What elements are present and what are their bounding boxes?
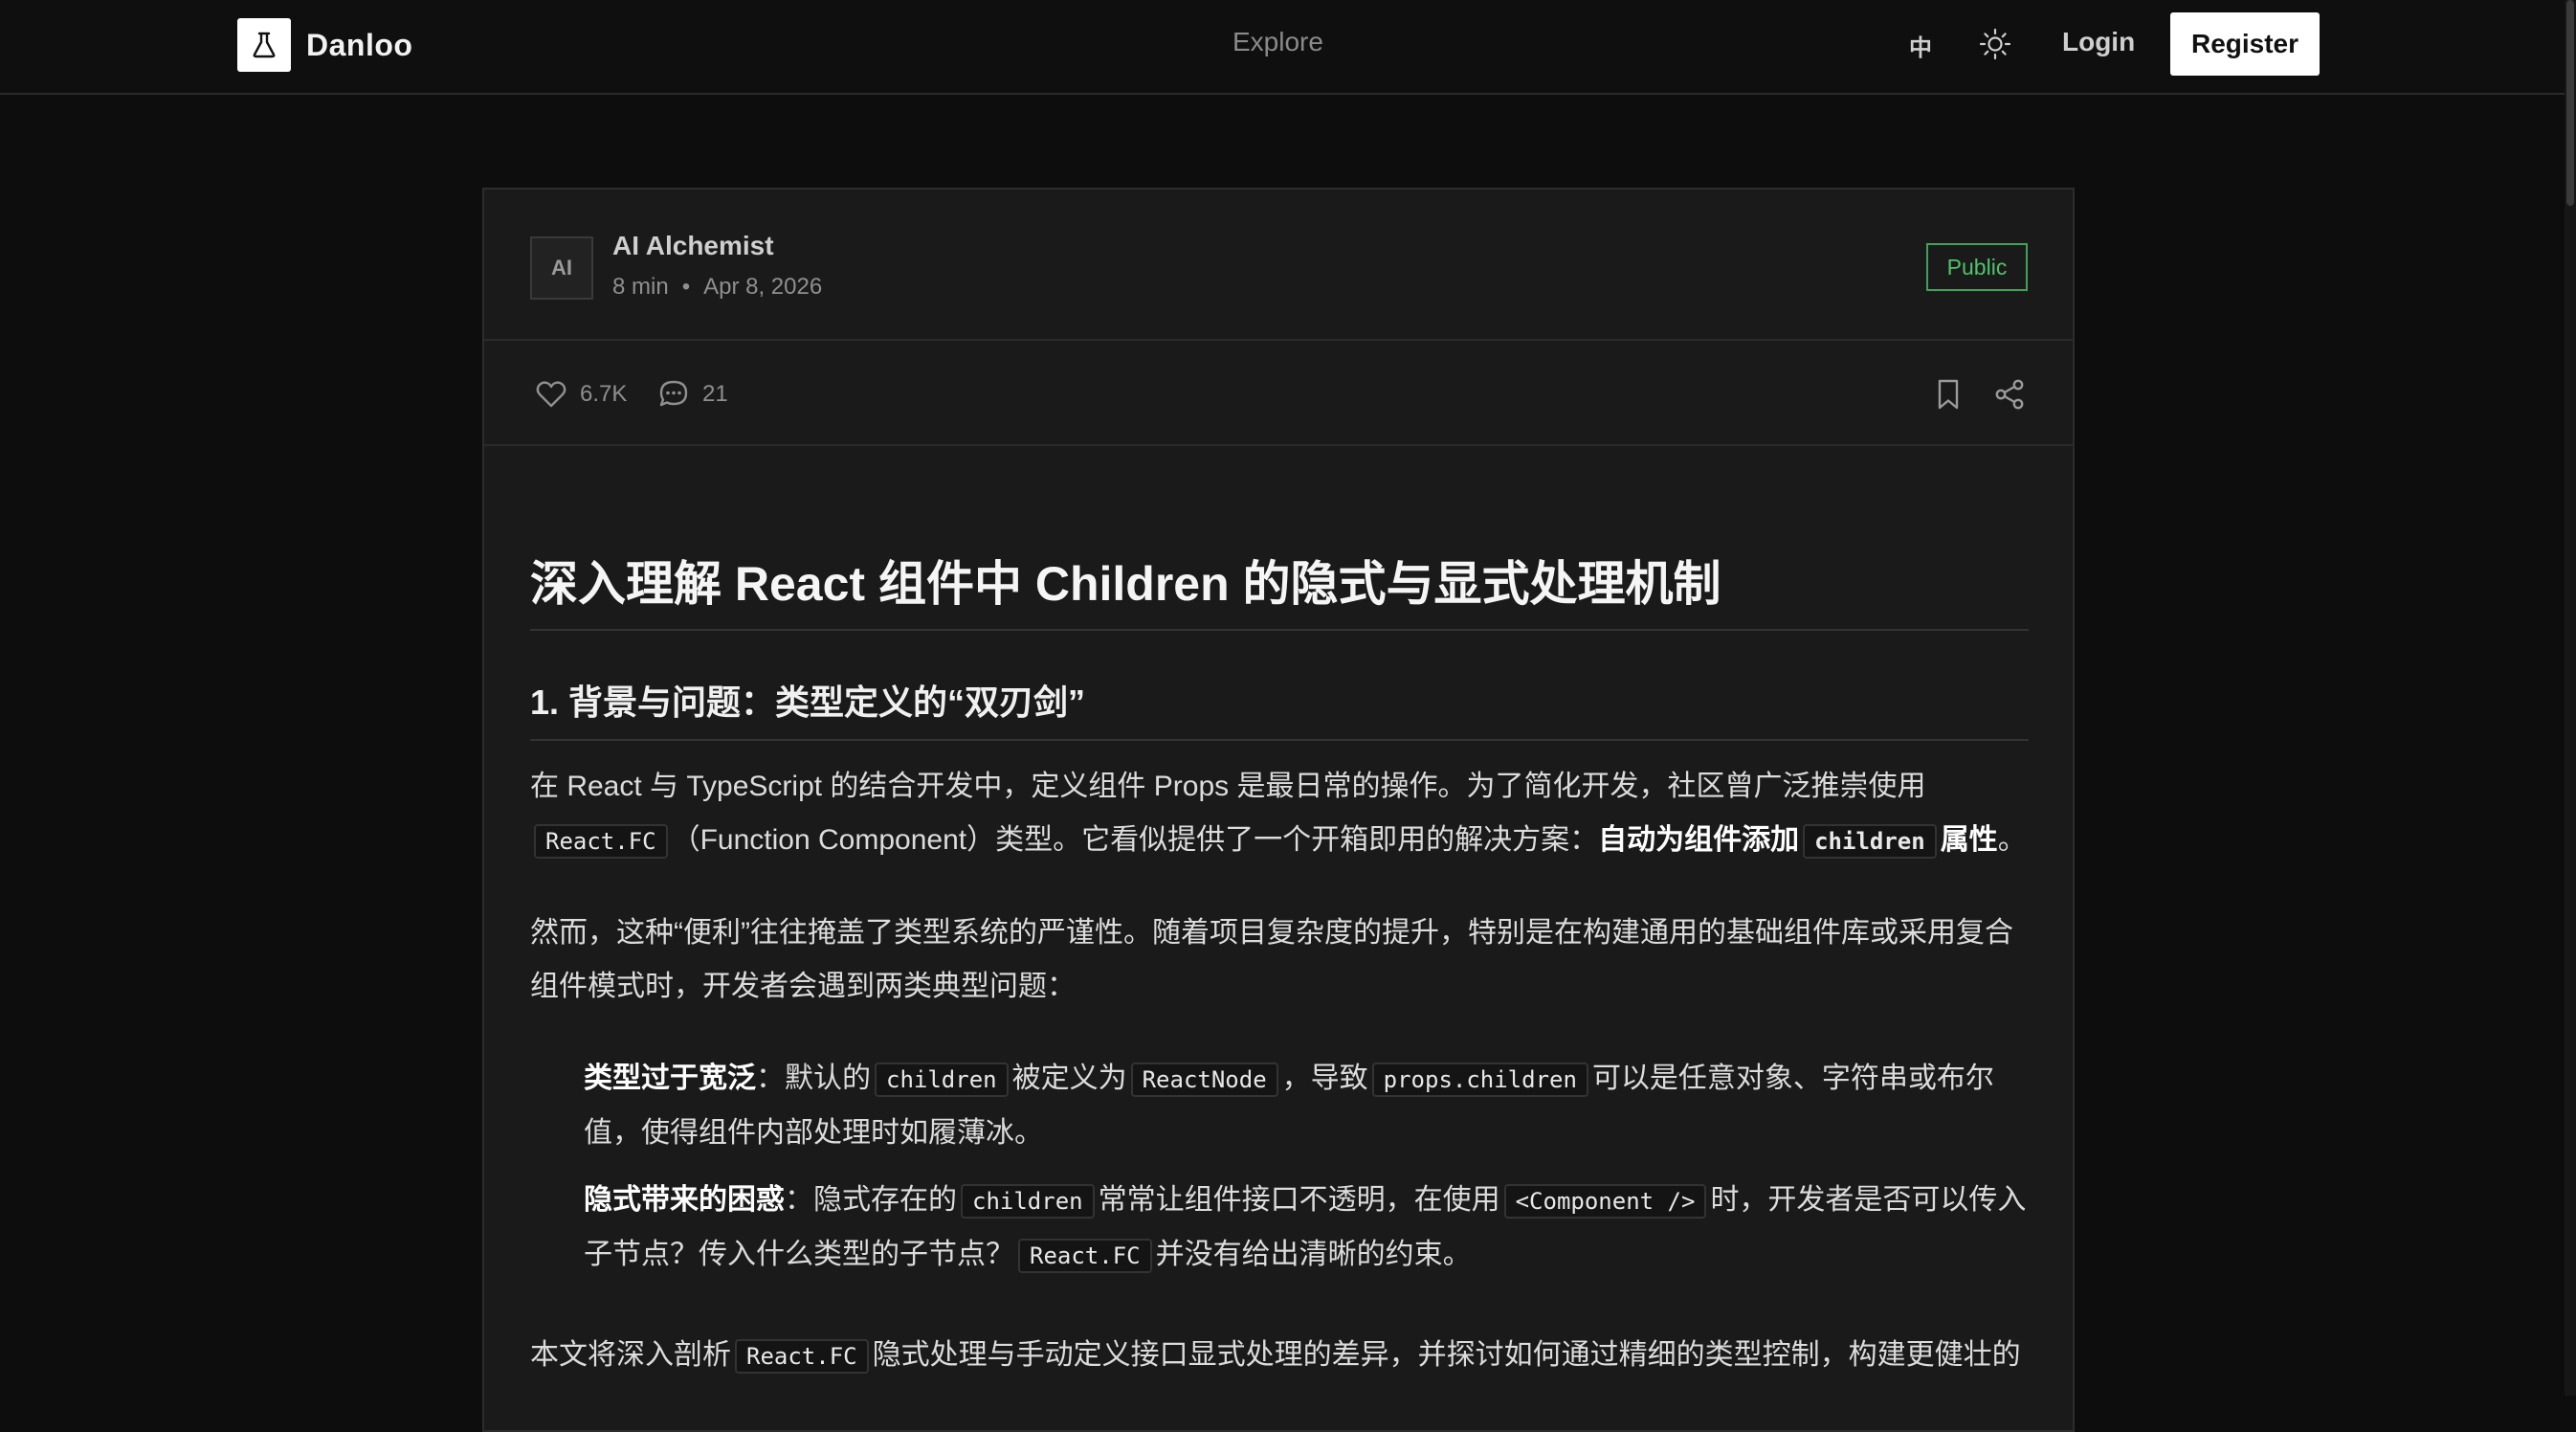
read-time: 8 min xyxy=(612,274,669,300)
inline-code: children xyxy=(875,1062,1009,1097)
share-icon[interactable] xyxy=(1992,377,2027,416)
like-count: 6.7K xyxy=(580,381,628,407)
paragraph-outline: 本文将深入剖析 React.FC 隐式处理与手动定义接口显式处理的差异，并探讨如何通… xyxy=(530,1329,2029,1383)
inline-code: <Component /> xyxy=(1503,1183,1707,1219)
nav-explore-link[interactable]: Explore xyxy=(1232,27,1323,57)
inline-code: ReactNode xyxy=(1130,1062,1278,1097)
publish-date: Apr 8, 2026 xyxy=(703,274,823,300)
author-name[interactable]: AI Alchemist xyxy=(612,231,774,261)
page-scrollbar-track[interactable] xyxy=(2565,0,2576,1396)
heart-icon xyxy=(536,381,566,408)
section-heading: 1. 背景与问题：类型定义的“双刃剑” xyxy=(530,681,2029,741)
inline-code: React.FC xyxy=(1018,1238,1152,1273)
like-button[interactable]: 6.7K xyxy=(534,377,627,412)
inline-code: children xyxy=(1803,823,1937,859)
article-header: AI AI Alchemist 8 min • Apr 8, 2026 Publ… xyxy=(484,190,2073,341)
bookmark-icon[interactable] xyxy=(1931,377,1965,416)
article-meta: 8 min • Apr 8, 2026 xyxy=(612,274,822,301)
top-navbar: Danloo Explore 中 Login Register xyxy=(0,0,2565,95)
inline-code: React.FC xyxy=(534,823,668,859)
list-item-label: 类型过于宽泛 xyxy=(584,1062,756,1094)
sun-icon[interactable] xyxy=(1978,27,2012,61)
brand-link[interactable]: Danloo xyxy=(237,18,412,72)
bold-text: 自动为组件添加 children 属性 xyxy=(1598,823,1998,859)
meta-separator: • xyxy=(681,274,691,300)
register-button[interactable]: Register xyxy=(2170,12,2320,76)
article-title: 深入理解 React 组件中 Children 的隐式与显式处理机制 xyxy=(530,553,2029,631)
list-item-label: 隐式带来的困惑 xyxy=(584,1183,785,1216)
login-link[interactable]: Login xyxy=(2062,27,2135,57)
comment-button[interactable]: 21 xyxy=(656,377,728,412)
avatar[interactable]: AI xyxy=(530,236,593,300)
text: （Function Component）类型。它看似提供了一个开箱即用的解决方案… xyxy=(671,823,1599,856)
problem-list: 类型过于宽泛：默认的 children 被定义为 ReactNode ，导致 props.… xyxy=(530,1052,2029,1283)
flask-icon xyxy=(237,18,291,72)
paragraph-intro: 在 React 与 TypeScript 的结合开发中，定义组件 Props 是… xyxy=(530,760,2029,868)
comment-count: 21 xyxy=(702,381,728,407)
text: 。 xyxy=(1997,823,2027,856)
inline-code: children xyxy=(961,1183,1095,1219)
inline-code: React.FC xyxy=(735,1338,869,1374)
language-toggle[interactable]: 中 xyxy=(1909,29,1932,62)
comment-icon xyxy=(659,380,688,407)
list-item: 类型过于宽泛：默认的 children 被定义为 ReactNode ，导致 props.… xyxy=(584,1062,1994,1149)
paragraph-problem: 然而，这种“便利”往往掩盖了类型系统的严谨性。随着项目复杂度的提升，特别是在构建… xyxy=(530,916,2013,1002)
visibility-badge: Public xyxy=(1926,243,2028,291)
list-item: 隐式带来的困惑：隐式存在的 children 常常让组件接口不透明，在使用 <Comp… xyxy=(584,1174,2029,1283)
text: 在 React 与 TypeScript 的结合开发中，定义组件 Props 是… xyxy=(530,770,1926,802)
article-body: 深入理解 React 组件中 Children 的隐式与显式处理机制 1. 背景… xyxy=(530,553,2029,1383)
brand-name: Danloo xyxy=(306,27,413,62)
page-scrollbar-thumb[interactable] xyxy=(2566,0,2574,206)
article-card: AI AI Alchemist 8 min • Apr 8, 2026 Publ… xyxy=(482,188,2075,1432)
article-actions: 6.7K 21 xyxy=(484,343,2073,446)
inline-code: props.children xyxy=(1371,1062,1588,1097)
